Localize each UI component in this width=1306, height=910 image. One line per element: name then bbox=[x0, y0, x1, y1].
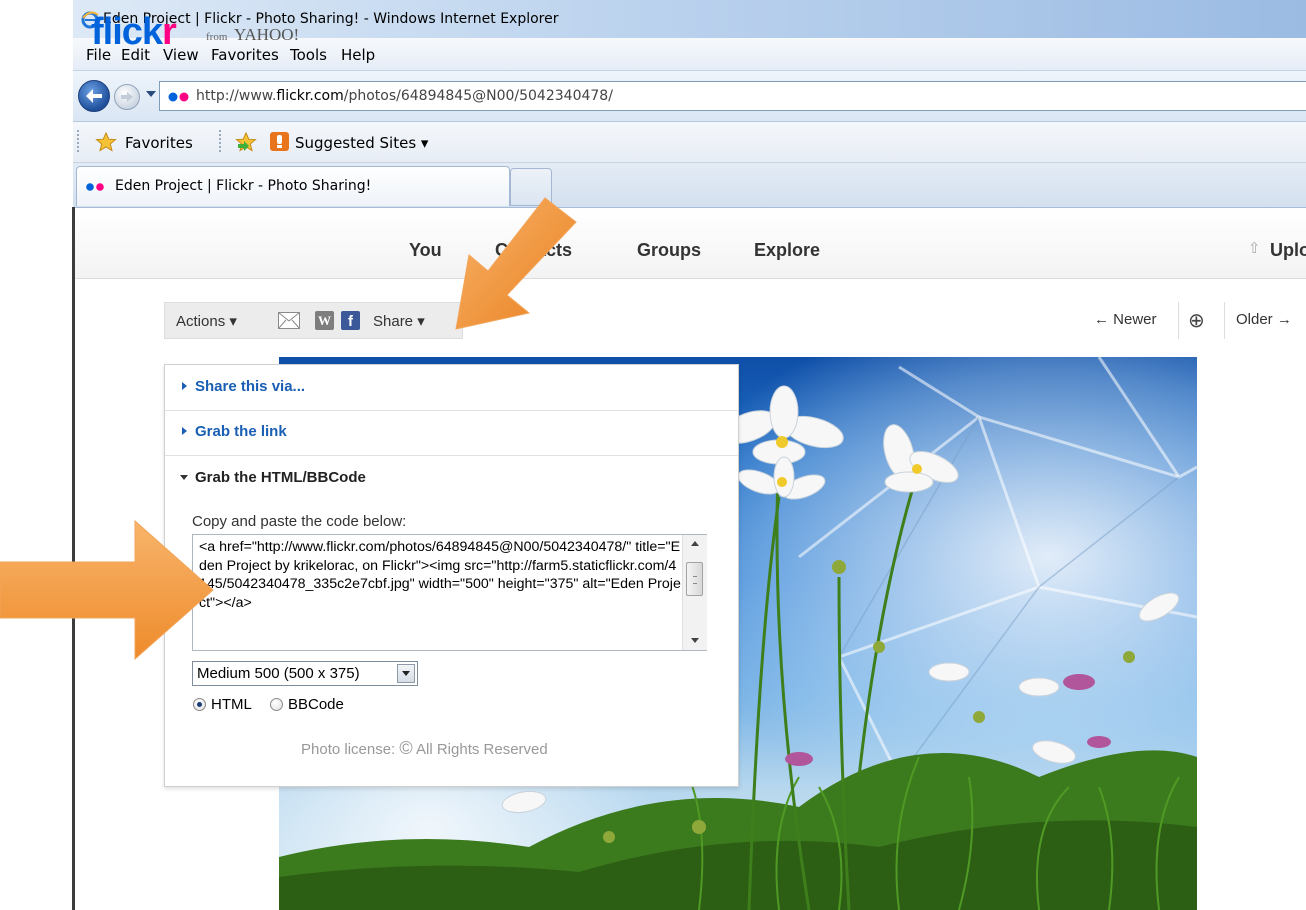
expand-arrow-icon bbox=[182, 382, 187, 390]
accordion-share-via[interactable]: Share this via... bbox=[165, 365, 738, 411]
share-panel: Share this via... Grab the link Grab the… bbox=[164, 364, 739, 787]
add-favorite-icon[interactable] bbox=[235, 132, 257, 152]
tab-title: Eden Project | Flickr - Photo Sharing! bbox=[115, 178, 372, 194]
grab-link-label: Grab the link bbox=[195, 423, 287, 440]
flickr-favicon-icon bbox=[168, 92, 189, 102]
size-select-value: Medium 500 (500 x 375) bbox=[197, 665, 360, 682]
back-button[interactable] bbox=[78, 80, 110, 112]
radio-html[interactable] bbox=[193, 698, 206, 711]
toolbar-separator bbox=[219, 130, 221, 154]
size-select[interactable]: Medium 500 (500 x 375) bbox=[192, 661, 418, 686]
pager-separator bbox=[1178, 302, 1179, 339]
back-arrow-icon bbox=[86, 89, 102, 103]
collapse-arrow-icon bbox=[180, 475, 188, 480]
tab-bar: Eden Project | Flickr - Photo Sharing! bbox=[73, 163, 1306, 208]
share-via-label: Share this via... bbox=[195, 378, 306, 395]
logo-flick: flick bbox=[91, 11, 163, 53]
suggested-sites-button[interactable]: Suggested Sites ▾ bbox=[295, 134, 428, 152]
scroll-grip-icon bbox=[693, 576, 697, 584]
logo-r: r bbox=[162, 11, 177, 53]
accordion-grab-html[interactable]: Grab the HTML/BBCode bbox=[165, 456, 738, 501]
suggested-sites-icon bbox=[270, 132, 289, 151]
menu-help[interactable]: Help bbox=[341, 46, 375, 64]
radio-bbcode-label[interactable]: BBCode bbox=[288, 696, 344, 713]
accordion-grab-link[interactable]: Grab the link bbox=[165, 410, 738, 456]
embed-code-textarea[interactable]: <a href="http://www.flickr.com/photos/64… bbox=[192, 534, 707, 651]
flickr-logo[interactable]: flickr bbox=[91, 11, 177, 53]
upload-link[interactable]: Uploa bbox=[1270, 240, 1306, 261]
scroll-up-icon[interactable] bbox=[691, 541, 699, 546]
new-tab-button[interactable] bbox=[510, 168, 552, 206]
nav-explore[interactable]: Explore bbox=[754, 240, 820, 261]
scroll-down-icon[interactable] bbox=[691, 638, 699, 643]
actions-button[interactable]: Actions ▾ bbox=[176, 312, 237, 330]
flickr-favicon-icon bbox=[86, 183, 104, 191]
older-button[interactable]: Older → bbox=[1236, 311, 1292, 328]
logo-from: from bbox=[206, 31, 228, 43]
window-border bbox=[72, 207, 75, 910]
size-select-button[interactable] bbox=[397, 664, 415, 683]
photo-license: Photo license: © All Rights Reserved bbox=[301, 738, 548, 759]
share-button[interactable]: Share ▾ bbox=[373, 312, 425, 330]
newer-button[interactable]: ← Newer bbox=[1094, 311, 1157, 328]
forward-arrow-icon bbox=[121, 92, 133, 102]
logo-yahoo: YAHOO! bbox=[234, 25, 300, 44]
recent-pages-dropdown[interactable] bbox=[146, 91, 156, 97]
favorites-star-icon bbox=[95, 132, 117, 152]
copyright-icon: © bbox=[399, 738, 413, 758]
license-prefix: Photo license: bbox=[301, 741, 396, 758]
nav-groups[interactable]: Groups bbox=[637, 240, 701, 261]
favorites-bar: Favorites Suggested Sites ▾ bbox=[73, 122, 1306, 163]
mail-icon[interactable] bbox=[278, 312, 300, 329]
favorites-button[interactable]: Favorites bbox=[125, 134, 193, 152]
tab-eden-project[interactable]: Eden Project | Flickr - Photo Sharing! bbox=[76, 166, 510, 206]
toolbar-grip bbox=[77, 130, 79, 154]
nav-contacts[interactable]: Contacts bbox=[495, 240, 572, 261]
address-url: http://www.flickr.com/photos/64894845@N0… bbox=[196, 88, 613, 104]
pager-separator bbox=[1224, 302, 1225, 339]
menu-tools[interactable]: Tools bbox=[290, 46, 327, 64]
code-scrollbar[interactable] bbox=[682, 535, 707, 650]
chevron-down-icon bbox=[402, 671, 410, 676]
license-text: All Rights Reserved bbox=[416, 741, 548, 758]
photo-actions-bar: Actions ▾ W f Share ▾ bbox=[164, 302, 463, 339]
photo-pager: ← Newer ⊕ Older → bbox=[1084, 302, 1306, 339]
radio-selected-dot bbox=[197, 702, 202, 707]
facebook-icon[interactable]: f bbox=[341, 311, 360, 330]
upload-arrow-icon: ⇧ bbox=[1248, 239, 1261, 257]
navigation-bar: http://www.flickr.com/photos/64894845@N0… bbox=[73, 71, 1306, 122]
radio-html-label[interactable]: HTML bbox=[211, 696, 252, 713]
expand-arrow-icon bbox=[182, 427, 187, 435]
copy-instructions: Copy and paste the code below: bbox=[192, 513, 407, 530]
forward-button[interactable] bbox=[114, 84, 140, 110]
radio-bbcode[interactable] bbox=[270, 698, 283, 711]
nav-you[interactable]: You bbox=[409, 240, 442, 261]
address-bar[interactable]: http://www.flickr.com/photos/64894845@N0… bbox=[159, 81, 1306, 111]
embed-code-text: <a href="http://www.flickr.com/photos/64… bbox=[199, 539, 681, 612]
wordpress-icon[interactable]: W bbox=[315, 311, 334, 330]
grab-html-label: Grab the HTML/BBCode bbox=[195, 469, 366, 486]
scroll-thumb[interactable] bbox=[686, 562, 703, 596]
menu-favorites[interactable]: Favorites bbox=[211, 46, 279, 64]
zoom-icon[interactable]: ⊕ bbox=[1188, 308, 1205, 332]
